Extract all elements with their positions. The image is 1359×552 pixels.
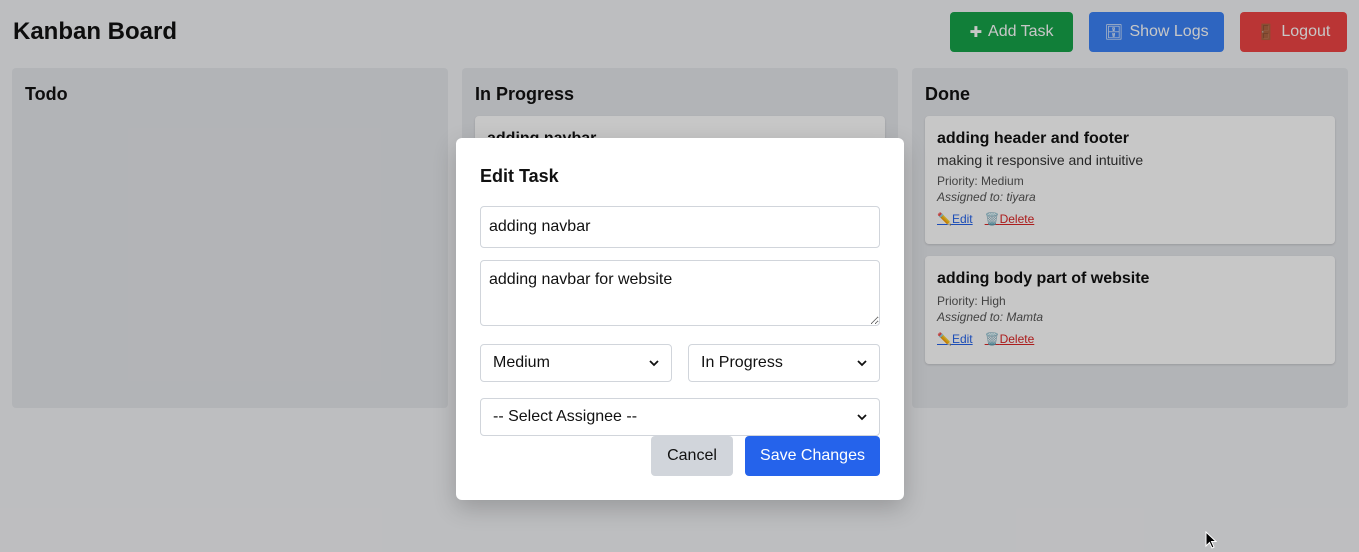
- edit-task-modal: Edit Task adding navbar for website Medi…: [456, 138, 904, 500]
- assignee-value: -- Select Assignee --: [493, 408, 638, 425]
- chevron-down-icon: [649, 360, 659, 367]
- task-description-textarea[interactable]: adding navbar for website: [480, 260, 880, 326]
- mouse-cursor-icon: [1205, 531, 1217, 549]
- task-title-input[interactable]: [480, 206, 880, 248]
- chevron-down-icon: [857, 414, 867, 421]
- cancel-button[interactable]: Cancel: [651, 436, 733, 476]
- save-changes-button[interactable]: Save Changes: [745, 436, 880, 476]
- assignee-select[interactable]: -- Select Assignee --: [480, 398, 880, 436]
- page: Kanban Board ✚ Add Task 🗄 Show Logs 🚪 Lo…: [0, 0, 1359, 552]
- status-value: In Progress: [701, 354, 783, 371]
- priority-value: Medium: [493, 354, 550, 371]
- priority-select[interactable]: Medium: [480, 344, 672, 382]
- modal-title: Edit Task: [480, 166, 559, 186]
- chevron-down-icon: [857, 360, 867, 367]
- status-select[interactable]: In Progress: [688, 344, 880, 382]
